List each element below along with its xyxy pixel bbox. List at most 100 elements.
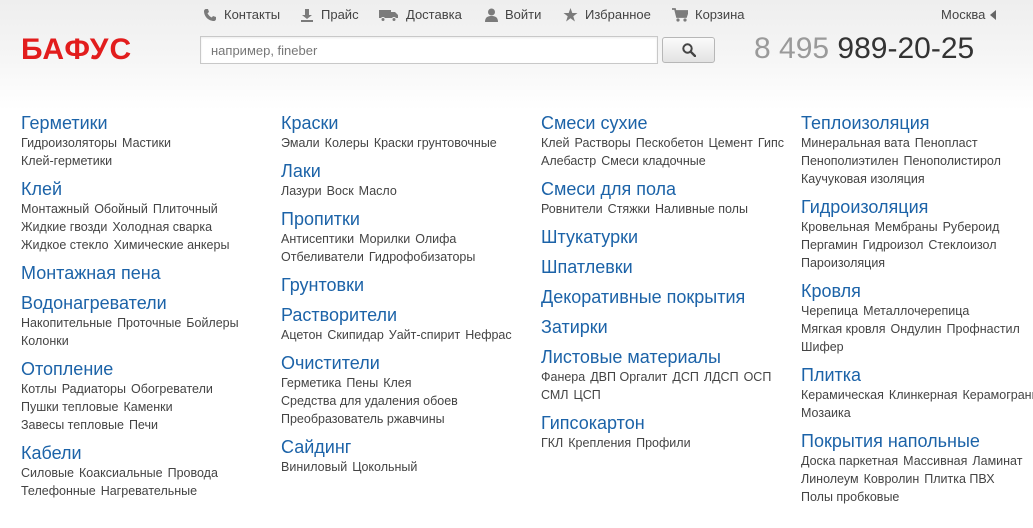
subcategory-link[interactable]: Пенополистирол: [903, 153, 1000, 170]
subcategory-link[interactable]: Уайт-спирит: [389, 327, 460, 344]
subcategory-link[interactable]: Смеси кладочные: [601, 153, 705, 170]
category-link[interactable]: Штукатурки: [541, 227, 791, 248]
subcategory-link[interactable]: Плитка ПВХ: [924, 471, 994, 488]
subcategory-link[interactable]: Отбеливатели: [281, 249, 364, 266]
category-link[interactable]: Отопление: [21, 359, 271, 380]
subcategory-link[interactable]: Плиточный: [153, 201, 218, 218]
category-link[interactable]: Смеси сухие: [541, 113, 791, 134]
subcategory-link[interactable]: Алебастр: [541, 153, 596, 170]
subcategory-link[interactable]: Воск: [327, 183, 354, 200]
category-link[interactable]: Герметики: [21, 113, 271, 134]
subcategory-link[interactable]: Полы пробковые: [801, 489, 899, 506]
subcategory-link[interactable]: Стяжки: [608, 201, 650, 218]
subcategory-link[interactable]: ДСП: [672, 369, 698, 386]
subcategory-link[interactable]: Радиаторы: [62, 381, 126, 398]
category-link[interactable]: Теплоизоляция: [801, 113, 1033, 134]
subcategory-link[interactable]: ЛДСП: [704, 369, 739, 386]
category-link[interactable]: Клей: [21, 179, 271, 200]
subcategory-link[interactable]: Минеральная вата: [801, 135, 910, 152]
subcategory-link[interactable]: Пушки тепловые: [21, 399, 118, 416]
city-selector[interactable]: Москва: [941, 6, 997, 24]
category-link[interactable]: Гидроизоляция: [801, 197, 1033, 218]
subcategory-link[interactable]: Жидкое стекло: [21, 237, 109, 254]
subcategory-link[interactable]: Пенопласт: [915, 135, 978, 152]
nav-login[interactable]: Войти: [485, 6, 541, 24]
subcategory-link[interactable]: Коаксиальные: [79, 465, 163, 482]
subcategory-link[interactable]: Проточные: [117, 315, 181, 332]
subcategory-link[interactable]: Завесы тепловые: [21, 417, 124, 434]
subcategory-link[interactable]: Клея: [383, 375, 411, 392]
subcategory-link[interactable]: Мозаика: [801, 405, 851, 422]
subcategory-link[interactable]: Массивная: [903, 453, 967, 470]
subcategory-link[interactable]: Нефрас: [465, 327, 511, 344]
subcategory-link[interactable]: Пены: [346, 375, 378, 392]
subcategory-link[interactable]: Провода: [168, 465, 218, 482]
subcategory-link[interactable]: Бойлеры: [186, 315, 238, 332]
subcategory-link[interactable]: Клинкерная: [889, 387, 958, 404]
subcategory-link[interactable]: Кровельная: [801, 219, 870, 236]
subcategory-link[interactable]: Наливные полы: [655, 201, 748, 218]
subcategory-link[interactable]: Масло: [359, 183, 397, 200]
subcategory-link[interactable]: Гидроизол: [863, 237, 924, 254]
subcategory-link[interactable]: Эмали: [281, 135, 320, 152]
subcategory-link[interactable]: ОСП: [744, 369, 772, 386]
subcategory-link[interactable]: Печи: [129, 417, 158, 434]
subcategory-link[interactable]: Мастики: [122, 135, 171, 152]
subcategory-link[interactable]: Профили: [636, 435, 690, 452]
subcategory-link[interactable]: Фанера: [541, 369, 585, 386]
subcategory-link[interactable]: Мягкая кровля: [801, 321, 885, 338]
category-link[interactable]: Плитка: [801, 365, 1033, 386]
category-link[interactable]: Смеси для пола: [541, 179, 791, 200]
category-link[interactable]: Шпатлевки: [541, 257, 791, 278]
subcategory-link[interactable]: Пароизоляция: [801, 255, 885, 272]
subcategory-link[interactable]: ЦСП: [574, 387, 601, 404]
nav-favorites[interactable]: Избранное: [563, 6, 651, 24]
subcategory-link[interactable]: Гидроизоляторы: [21, 135, 117, 152]
subcategory-link[interactable]: Преобразователь ржавчины: [281, 411, 445, 428]
subcategory-link[interactable]: Обогреватели: [131, 381, 213, 398]
subcategory-link[interactable]: Стеклоизол: [928, 237, 996, 254]
subcategory-link[interactable]: Обойный: [94, 201, 148, 218]
category-link[interactable]: Сайдинг: [281, 437, 531, 458]
subcategory-link[interactable]: ГКЛ: [541, 435, 563, 452]
subcategory-link[interactable]: Каменки: [123, 399, 172, 416]
subcategory-link[interactable]: Растворы: [575, 135, 631, 152]
subcategory-link[interactable]: Мембраны: [875, 219, 938, 236]
subcategory-link[interactable]: Скипидар: [327, 327, 383, 344]
subcategory-link[interactable]: Черепица: [801, 303, 858, 320]
subcategory-link[interactable]: Ондулин: [890, 321, 941, 338]
subcategory-link[interactable]: Пенополиэтилен: [801, 153, 898, 170]
subcategory-link[interactable]: Котлы: [21, 381, 57, 398]
subcategory-link[interactable]: Цокольный: [352, 459, 417, 476]
category-link[interactable]: Грунтовки: [281, 275, 531, 296]
search-input[interactable]: [200, 36, 658, 64]
subcategory-link[interactable]: Морилки: [359, 231, 410, 248]
subcategory-link[interactable]: Силовые: [21, 465, 74, 482]
subcategory-link[interactable]: Ламинат: [972, 453, 1022, 470]
logo[interactable]: БАФУС: [21, 33, 132, 67]
category-link[interactable]: Водонагреватели: [21, 293, 271, 314]
subcategory-link[interactable]: Каучуковая изоляция: [801, 171, 925, 188]
subcategory-link[interactable]: Ацетон: [281, 327, 322, 344]
category-link[interactable]: Монтажная пена: [21, 263, 271, 284]
subcategory-link[interactable]: Гидрофобизаторы: [369, 249, 476, 266]
subcategory-link[interactable]: Монтажный: [21, 201, 89, 218]
subcategory-link[interactable]: Олифа: [415, 231, 456, 248]
subcategory-link[interactable]: Профнастил: [947, 321, 1020, 338]
subcategory-link[interactable]: СМЛ: [541, 387, 569, 404]
subcategory-link[interactable]: Клей-герметики: [21, 153, 112, 170]
subcategory-link[interactable]: Керамическая: [801, 387, 884, 404]
subcategory-link[interactable]: Керамогранит: [963, 387, 1033, 404]
category-link[interactable]: Затирки: [541, 317, 791, 338]
subcategory-link[interactable]: Антисептики: [281, 231, 354, 248]
subcategory-link[interactable]: Ковролин: [864, 471, 920, 488]
subcategory-link[interactable]: Шифер: [801, 339, 844, 356]
subcategory-link[interactable]: Линолеум: [801, 471, 859, 488]
subcategory-link[interactable]: Колонки: [21, 333, 69, 350]
nav-cart[interactable]: Корзина: [672, 6, 745, 24]
subcategory-link[interactable]: Телефонные: [21, 483, 96, 500]
category-link[interactable]: Гипсокартон: [541, 413, 791, 434]
nav-price[interactable]: Прайс: [300, 6, 359, 24]
subcategory-link[interactable]: Накопительные: [21, 315, 112, 332]
subcategory-link[interactable]: Ровнители: [541, 201, 603, 218]
